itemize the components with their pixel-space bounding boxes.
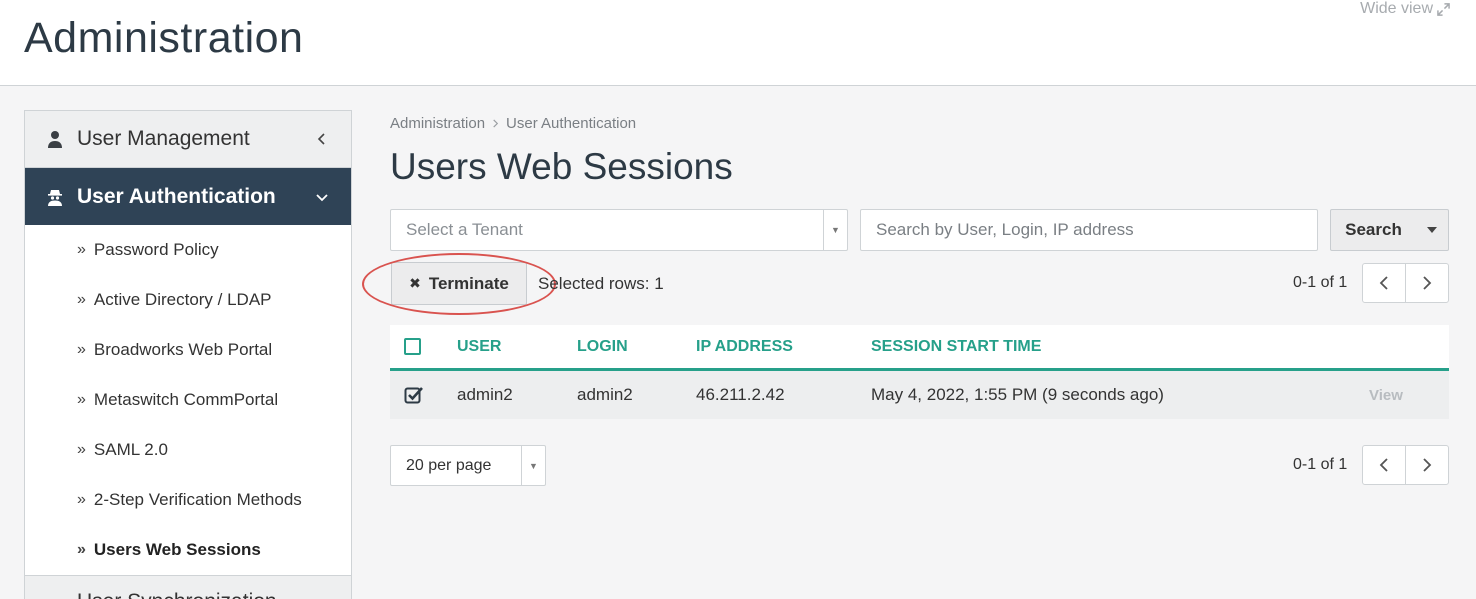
sidebar-item-label: 2-Step Verification Methods: [93, 490, 302, 509]
search-options-dropdown[interactable]: [1416, 209, 1449, 251]
row-checkbox-cell: [390, 385, 457, 405]
sidebar-item-label: SAML 2.0: [93, 440, 168, 459]
next-page-button[interactable]: [1405, 446, 1448, 484]
chevron-left-icon: [315, 132, 329, 146]
sidebar-item-metaswitch[interactable]: » Metaswitch CommPortal: [25, 375, 351, 425]
table-row[interactable]: admin2 admin2 46.211.2.42 May 4, 2022, 1…: [390, 371, 1449, 419]
sidebar-section-label: User Management: [77, 127, 250, 150]
terminate-button[interactable]: ✖ Terminate: [391, 262, 527, 305]
tenant-select[interactable]: Select a Tenant ▼: [390, 209, 848, 251]
sidebar: User Management User Authentication » Pas…: [24, 110, 352, 599]
wide-view-toggle[interactable]: Wide view: [1360, 0, 1450, 18]
column-header-ip-address[interactable]: IP ADDRESS: [696, 338, 871, 356]
sidebar-item-label: Password Policy: [93, 240, 219, 259]
expand-icon: [1437, 2, 1450, 16]
user-icon: [47, 130, 63, 148]
column-header-user[interactable]: USER: [457, 338, 577, 356]
close-icon: ✖: [409, 275, 421, 291]
chevron-right-icon: [1423, 458, 1432, 472]
double-chevron-right-icon: »: [77, 391, 86, 408]
select-all-checkbox[interactable]: [404, 338, 421, 355]
sidebar-section-label: User Authentication: [77, 184, 276, 208]
chevron-right-icon: [1423, 276, 1432, 290]
sidebar-item-label: Broadworks Web Portal: [93, 340, 273, 359]
column-header-login[interactable]: LOGIN: [577, 338, 696, 356]
view-link[interactable]: View: [1369, 387, 1449, 404]
caret-down-icon: [1427, 227, 1437, 233]
sidebar-section-next[interactable]: User Synchronization: [25, 575, 351, 599]
chevron-down-icon: [315, 190, 329, 204]
sidebar-section-user-management[interactable]: User Management: [25, 111, 351, 168]
column-header-session-start[interactable]: SESSION START TIME: [871, 338, 1369, 356]
sidebar-section-user-authentication[interactable]: User Authentication: [25, 168, 351, 225]
breadcrumb: Administration User Authentication: [390, 115, 636, 132]
double-chevron-right-icon: »: [77, 541, 86, 558]
cell-session-start: May 4, 2022, 1:55 PM (9 seconds ago): [871, 385, 1164, 404]
chevron-left-icon: [1379, 458, 1388, 472]
double-chevron-right-icon: »: [77, 491, 86, 508]
sidebar-item-broadworks[interactable]: » Broadworks Web Portal: [25, 325, 351, 375]
terminate-label: Terminate: [428, 273, 509, 293]
wide-view-label: Wide view: [1360, 0, 1433, 17]
sidebar-item-2step[interactable]: » 2-Step Verification Methods: [25, 475, 351, 525]
sidebar-item-password-policy[interactable]: » Password Policy: [25, 225, 351, 275]
sidebar-item-users-web-sessions[interactable]: » Users Web Sessions: [25, 525, 351, 575]
header-checkbox-cell: [390, 338, 457, 355]
page-title: Users Web Sessions: [390, 146, 733, 187]
per-page-value: 20 per page: [406, 456, 492, 474]
table-header: USER LOGIN IP ADDRESS SESSION START TIME: [390, 325, 1449, 371]
sidebar-item-label: Users Web Sessions: [93, 540, 261, 559]
breadcrumb-link-administration[interactable]: Administration: [390, 115, 485, 132]
top-bar: Administration Wide view: [0, 0, 1476, 86]
sidebar-item-label: Metaswitch CommPortal: [93, 390, 279, 409]
breadcrumb-link-user-authentication[interactable]: User Authentication: [506, 115, 636, 132]
prev-page-button[interactable]: [1363, 446, 1405, 484]
search-button[interactable]: Search: [1330, 209, 1417, 251]
pagination-range-top: 0-1 of 1: [1293, 274, 1348, 291]
next-page-button[interactable]: [1405, 264, 1448, 302]
pagination-range-bottom: 0-1 of 1: [1293, 456, 1348, 473]
pagination-bottom: [1362, 445, 1449, 485]
double-chevron-right-icon: »: [77, 441, 86, 458]
sidebar-section-label: User Synchronization: [77, 590, 277, 599]
double-chevron-right-icon: »: [77, 341, 86, 358]
pagination-top: [1362, 263, 1449, 303]
sidebar-subnav: » Password Policy » Active Directory / LDA…: [25, 225, 351, 575]
tenant-select-placeholder: Select a Tenant: [406, 220, 523, 239]
cell-user: admin2: [457, 385, 513, 404]
double-chevron-right-icon: »: [77, 241, 86, 258]
search-input[interactable]: [860, 209, 1318, 251]
selected-rows-count: Selected rows: 1: [538, 274, 664, 293]
user-secret-icon: [47, 188, 63, 206]
double-chevron-right-icon: »: [77, 291, 86, 308]
checked-checkbox-icon[interactable]: [404, 385, 424, 405]
per-page-select[interactable]: 20 per page ▼: [390, 445, 546, 486]
cell-login: admin2: [577, 385, 633, 404]
app-title: Administration: [24, 14, 304, 62]
chevron-left-icon: [1379, 276, 1388, 290]
sidebar-item-label: Active Directory / LDAP: [93, 290, 272, 309]
cell-ip-address: 46.211.2.42: [696, 385, 785, 404]
caret-down-icon: ▼: [823, 210, 847, 250]
sessions-table: USER LOGIN IP ADDRESS SESSION START TIME…: [390, 325, 1449, 419]
chevron-right-icon: [491, 115, 500, 132]
caret-down-icon: ▼: [521, 446, 545, 485]
sidebar-item-saml[interactable]: » SAML 2.0: [25, 425, 351, 475]
sidebar-item-active-directory[interactable]: » Active Directory / LDAP: [25, 275, 351, 325]
prev-page-button[interactable]: [1363, 264, 1405, 302]
